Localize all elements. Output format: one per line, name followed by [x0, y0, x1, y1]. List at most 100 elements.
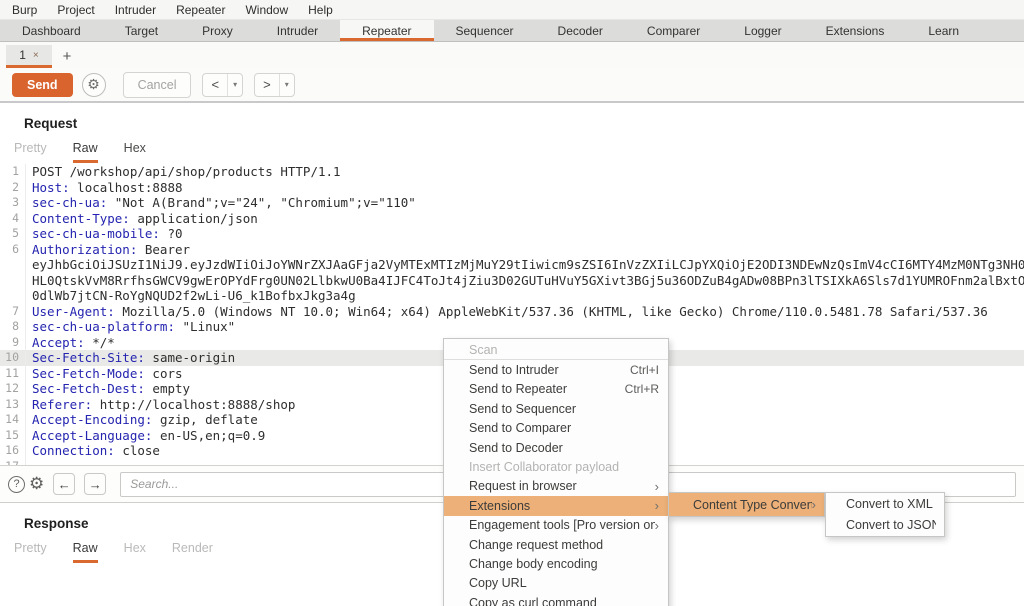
menu-item-project[interactable]: Project — [57, 3, 94, 17]
header-value: en-US,en;q=0.9 — [152, 428, 265, 443]
forward-arrow-icon[interactable]: > — [255, 74, 280, 96]
menu-item-label: Content Type Converter — [693, 498, 812, 512]
header-name: Content-Type: — [32, 211, 130, 226]
menu-item-label: Send to Comparer — [469, 421, 659, 435]
menu-item-label: Change body encoding — [469, 557, 659, 571]
header-name: Referer: — [32, 397, 92, 412]
cancel-button[interactable]: Cancel — [123, 72, 192, 98]
view-tab-pretty[interactable]: Pretty — [14, 141, 47, 163]
converter-submenu-item-convert-to-json[interactable]: Convert to JSON — [826, 515, 944, 537]
line-number: 9 — [0, 335, 26, 351]
tab-repeater[interactable]: Repeater — [340, 20, 433, 41]
chevron-down-icon[interactable]: ▾ — [280, 74, 294, 96]
context-menu-item-send-to-intruder[interactable]: Send to IntruderCtrl+I — [444, 360, 668, 379]
tab-sequencer[interactable]: Sequencer — [434, 20, 536, 41]
context-menu-item-change-body-encoding[interactable]: Change body encoding — [444, 554, 668, 573]
menu-item-label: Send to Decoder — [469, 441, 659, 455]
context-menu-item-insert-collaborator-payload: Insert Collaborator payload — [444, 457, 668, 476]
help-icon[interactable]: ? — [8, 476, 25, 493]
request-line-1: 1POST /workshop/api/shop/products HTTP/1… — [0, 164, 1024, 180]
view-tab-raw[interactable]: Raw — [73, 141, 98, 163]
gear-icon[interactable]: ⚙ — [82, 73, 106, 97]
tab-decoder[interactable]: Decoder — [536, 20, 625, 41]
search-next-button[interactable]: → — [84, 473, 106, 495]
line-text: sec-ch-ua: "Not A(Brand";v="24", "Chromi… — [26, 195, 416, 211]
menu-item-label: Copy as curl command — [469, 596, 659, 606]
header-name: Sec-Fetch-Dest: — [32, 381, 145, 396]
line-number: 7 — [0, 304, 26, 320]
line-text: POST /workshop/api/shop/products HTTP/1.… — [26, 164, 341, 180]
view-tab-raw[interactable]: Raw — [73, 541, 98, 563]
header-value: Mozilla/5.0 (Windows NT 10.0; Win64; x64… — [115, 304, 988, 319]
back-arrow-icon[interactable]: < — [203, 74, 228, 96]
back-history-button[interactable]: < ▾ — [202, 73, 243, 97]
search-prev-button[interactable]: ← — [53, 473, 75, 495]
tab-intruder[interactable]: Intruder — [255, 20, 340, 41]
context-menu-item-copy-url[interactable]: Copy URL — [444, 574, 668, 593]
close-tab-icon[interactable]: × — [33, 50, 39, 61]
request-line-4: 4Content-Type: application/json — [0, 211, 1024, 227]
repeater-tab-1[interactable]: 1 × — [6, 45, 52, 68]
view-tab-hex[interactable]: Hex — [124, 141, 146, 163]
context-menu-item-extensions[interactable]: Extensions› — [444, 496, 668, 515]
line-number: 1 — [0, 164, 26, 180]
submenu-arrow-icon: › — [655, 518, 659, 533]
header-name: sec-ch-ua-platform: — [32, 319, 175, 334]
tab-target[interactable]: Target — [103, 20, 180, 41]
tab-logger[interactable]: Logger — [722, 20, 803, 41]
context-menu-item-engagement-tools-pro-version-only[interactable]: Engagement tools [Pro version only]› — [444, 516, 668, 535]
tab-extensions[interactable]: Extensions — [804, 20, 907, 41]
menu-item-label: Send to Repeater — [469, 382, 625, 396]
context-menu-item-change-request-method[interactable]: Change request method — [444, 535, 668, 554]
menu-item-label: Send to Intruder — [469, 363, 630, 377]
menu-item-repeater[interactable]: Repeater — [176, 3, 225, 17]
header-name: Accept: — [32, 335, 85, 350]
context-menu-item-scan: Scan — [444, 341, 668, 360]
menu-item-window[interactable]: Window — [245, 3, 288, 17]
send-button[interactable]: Send — [12, 73, 73, 97]
header-value: empty — [145, 381, 190, 396]
converter-submenu-item-convert-to-xml[interactable]: Convert to XML — [826, 493, 944, 515]
tab-dashboard[interactable]: Dashboard — [0, 20, 103, 41]
menu-item-intruder[interactable]: Intruder — [115, 3, 156, 17]
submenu-arrow-icon: › — [812, 497, 816, 512]
menu-item-burp[interactable]: Burp — [12, 3, 37, 17]
context-menu-item-copy-as-curl-command[interactable]: Copy as curl command — [444, 593, 668, 606]
chevron-down-icon[interactable]: ▾ — [228, 74, 242, 96]
menu-item-label: Scan — [469, 343, 659, 357]
forward-history-button[interactable]: > ▾ — [254, 73, 295, 97]
context-menu-item-send-to-sequencer[interactable]: Send to Sequencer — [444, 399, 668, 418]
menu-item-help[interactable]: Help — [308, 3, 333, 17]
tab-learn[interactable]: Learn — [906, 20, 981, 41]
add-tab-button[interactable]: + — [52, 45, 82, 68]
right-arrow-icon: → — [89, 477, 102, 492]
view-tab-render[interactable]: Render — [172, 541, 213, 563]
header-value: ?0 — [160, 226, 183, 241]
header-name: Authorization: — [32, 242, 137, 257]
tab-comparer[interactable]: Comparer — [625, 20, 722, 41]
header-value: gzip, deflate — [152, 412, 257, 427]
tab-proxy[interactable]: Proxy — [180, 20, 255, 41]
line-number: 3 — [0, 195, 26, 211]
line-number — [0, 288, 26, 304]
request-line-6: 6Authorization: Bearer — [0, 242, 1024, 258]
context-menu-item-send-to-decoder[interactable]: Send to Decoder — [444, 438, 668, 457]
header-name: Connection: — [32, 443, 115, 458]
header-value: "Not A(Brand";v="24", "Chromium";v="110" — [107, 195, 416, 210]
view-tab-hex[interactable]: Hex — [124, 541, 146, 563]
context-menu-item-request-in-browser[interactable]: Request in browser› — [444, 477, 668, 496]
line-text: Accept-Encoding: gzip, deflate — [26, 412, 258, 428]
submenu-arrow-icon: › — [655, 498, 659, 513]
line-number: 13 — [0, 397, 26, 413]
context-menu-item-send-to-comparer[interactable]: Send to Comparer — [444, 419, 668, 438]
line-text: Connection: close — [26, 443, 160, 459]
settings-gear-icon[interactable]: ⚙ — [29, 474, 44, 494]
content-type-converter-submenu: Convert to XMLConvert to JSON — [825, 492, 945, 537]
menu-item-label: Copy URL — [469, 576, 659, 590]
extensions-submenu-item-content-type-converter[interactable]: Content Type Converter› — [669, 493, 824, 516]
view-tab-pretty[interactable]: Pretty — [14, 541, 47, 563]
header-name: User-Agent: — [32, 304, 115, 319]
menu-item-label: Insert Collaborator payload — [469, 460, 659, 474]
context-menu-item-send-to-repeater[interactable]: Send to RepeaterCtrl+R — [444, 380, 668, 399]
left-arrow-icon: ← — [58, 477, 71, 492]
